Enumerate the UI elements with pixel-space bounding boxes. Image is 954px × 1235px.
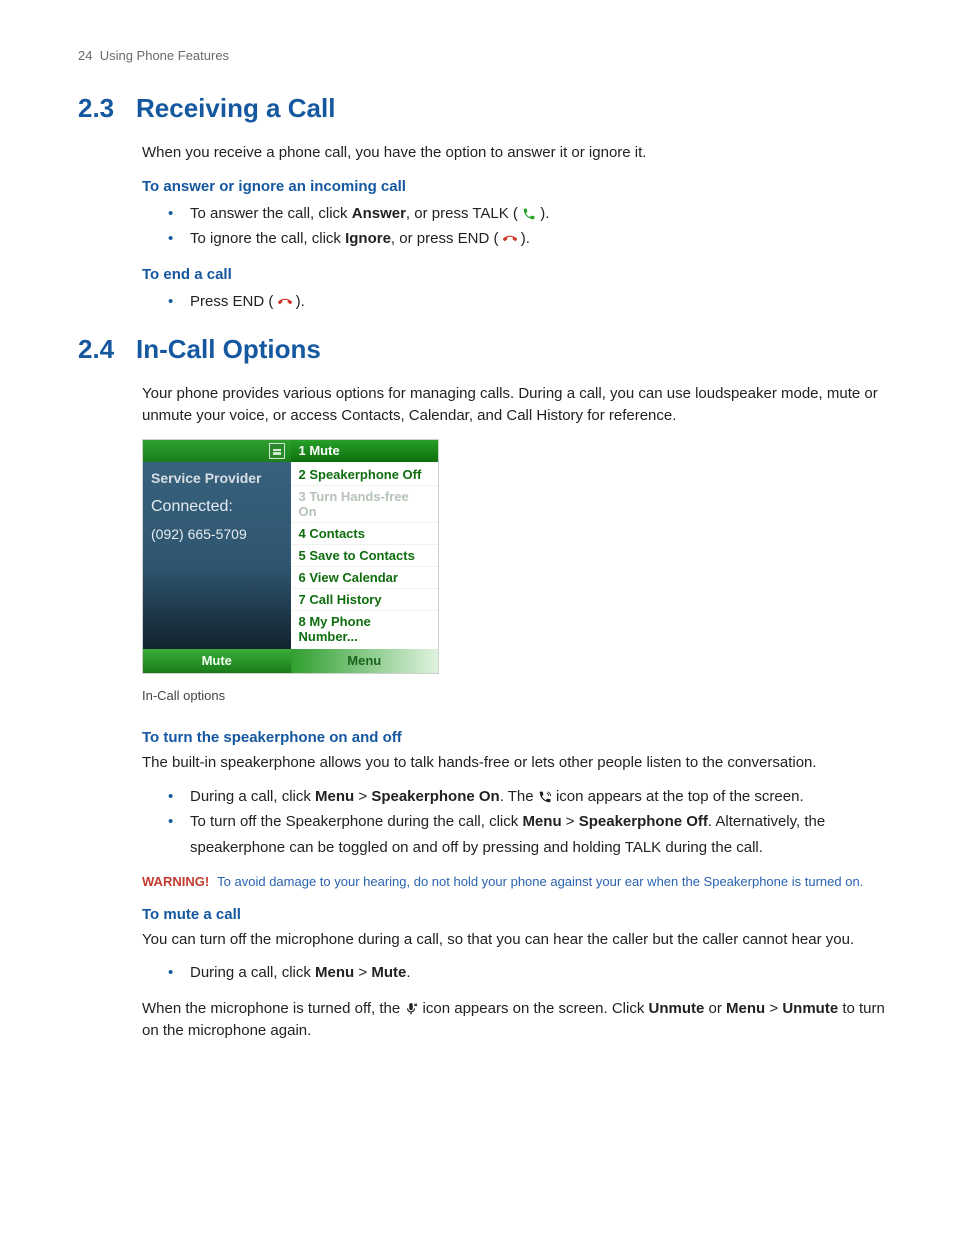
bold-text: Speakerphone Off bbox=[579, 813, 708, 830]
text: > bbox=[354, 788, 371, 805]
subheading: To mute a call bbox=[142, 906, 894, 923]
bold-text: Menu bbox=[522, 813, 561, 830]
menu-panel: 1 Mute 2 Speakerphone Off 3 Turn Hands-f… bbox=[291, 440, 439, 673]
bold-text: Answer bbox=[352, 205, 406, 222]
text: or bbox=[704, 1000, 726, 1017]
section-body: When you receive a phone call, you have … bbox=[142, 142, 894, 314]
list-item: To answer the call, click Answer, or pre… bbox=[182, 201, 894, 227]
paragraph: When the microphone is turned off, the i… bbox=[142, 998, 894, 1042]
section-title: Receiving a Call bbox=[136, 93, 335, 124]
end-icon bbox=[278, 295, 292, 309]
menu-item-selected[interactable]: 1 Mute bbox=[291, 440, 439, 462]
text: icon appears at the top of the screen. bbox=[552, 788, 804, 805]
list-item: To turn off the Speakerphone during the … bbox=[182, 809, 894, 860]
list-item: During a call, click Menu > Mute. bbox=[182, 960, 894, 986]
section-number: 2.4 bbox=[78, 334, 122, 365]
menu-item[interactable]: 4 Contacts bbox=[291, 523, 439, 545]
warning-text: To avoid damage to your hearing, do not … bbox=[217, 872, 863, 892]
bold-text: Speakerphone On bbox=[371, 788, 499, 805]
menu-list: 2 Speakerphone Off 3 Turn Hands-free On … bbox=[291, 462, 439, 649]
bullet-list: Press END ( ). bbox=[182, 289, 894, 315]
text: ). bbox=[517, 230, 530, 247]
text: To turn off the Speakerphone during the … bbox=[190, 813, 522, 830]
menu-item[interactable]: 7 Call History bbox=[291, 589, 439, 611]
text: . The bbox=[500, 788, 538, 805]
intro-text: When you receive a phone call, you have … bbox=[142, 142, 894, 164]
section-heading: 2.4 In-Call Options bbox=[78, 334, 894, 365]
menu-item[interactable]: 2 Speakerphone Off bbox=[291, 464, 439, 486]
menu-item[interactable]: 5 Save to Contacts bbox=[291, 545, 439, 567]
text: > bbox=[765, 1000, 782, 1017]
text: ). bbox=[292, 293, 305, 310]
text: , or press END ( bbox=[391, 230, 503, 247]
bullet-list: During a call, click Menu > Speakerphone… bbox=[182, 784, 894, 861]
subheading: To answer or ignore an incoming call bbox=[142, 178, 894, 195]
signal-icon bbox=[269, 443, 285, 459]
speaker-icon bbox=[538, 790, 552, 804]
list-item: Press END ( ). bbox=[182, 289, 894, 315]
softkey-mute[interactable]: Mute bbox=[143, 649, 291, 673]
text: During a call, click bbox=[190, 788, 315, 805]
bold-text: Menu bbox=[315, 964, 354, 981]
bold-text: Menu bbox=[315, 788, 354, 805]
phone-screenshot: Service Provider Connected: (092) 665-57… bbox=[142, 439, 439, 674]
text: ). bbox=[536, 205, 549, 222]
bold-text: Unmute bbox=[649, 1000, 705, 1017]
bold-text: Ignore bbox=[345, 230, 391, 247]
call-screen: Service Provider Connected: (092) 665-57… bbox=[143, 440, 291, 673]
text: icon appears on the screen. Click bbox=[418, 1000, 648, 1017]
text: When the microphone is turned off, the bbox=[142, 1000, 404, 1017]
call-body: Service Provider Connected: (092) 665-57… bbox=[143, 462, 291, 649]
text: . bbox=[406, 964, 410, 981]
warning-note: WARNING! To avoid damage to your hearing… bbox=[142, 872, 894, 892]
section-heading: 2.3 Receiving a Call bbox=[78, 93, 894, 124]
bullet-list: During a call, click Menu > Mute. bbox=[182, 960, 894, 986]
menu-item[interactable]: 6 View Calendar bbox=[291, 567, 439, 589]
page: 24 Using Phone Features 2.3 Receiving a … bbox=[0, 0, 954, 1235]
text: To ignore the call, click bbox=[190, 230, 345, 247]
list-item: During a call, click Menu > Speakerphone… bbox=[182, 784, 894, 810]
softkey-menu[interactable]: Menu bbox=[291, 649, 439, 673]
chapter-title: Using Phone Features bbox=[100, 48, 229, 63]
service-provider-label: Service Provider bbox=[151, 470, 283, 486]
text: To answer the call, click bbox=[190, 205, 352, 222]
connected-label: Connected: bbox=[151, 498, 283, 516]
running-header: 24 Using Phone Features bbox=[78, 48, 894, 63]
paragraph: You can turn off the microphone during a… bbox=[142, 929, 894, 951]
bold-text: Unmute bbox=[782, 1000, 838, 1017]
bold-text: Mute bbox=[371, 964, 406, 981]
list-item: To ignore the call, click Ignore, or pre… bbox=[182, 226, 894, 252]
text: > bbox=[562, 813, 579, 830]
subheading: To turn the speakerphone on and off bbox=[142, 729, 894, 746]
text: During a call, click bbox=[190, 964, 315, 981]
bullet-list: To answer the call, click Answer, or pre… bbox=[182, 201, 894, 252]
talk-icon bbox=[522, 207, 536, 221]
section-body: Your phone provides various options for … bbox=[142, 383, 894, 1041]
intro-text: Your phone provides various options for … bbox=[142, 383, 894, 427]
warning-label: WARNING! bbox=[142, 872, 209, 892]
mute-icon bbox=[404, 1002, 418, 1016]
end-icon bbox=[503, 232, 517, 246]
text: Press END ( bbox=[190, 293, 278, 310]
subheading: To end a call bbox=[142, 266, 894, 283]
phone-number: (092) 665-5709 bbox=[151, 526, 283, 542]
page-number: 24 bbox=[78, 48, 92, 63]
section-title: In-Call Options bbox=[136, 334, 321, 365]
text: , or press TALK ( bbox=[406, 205, 522, 222]
bold-text: Menu bbox=[726, 1000, 765, 1017]
text: > bbox=[354, 964, 371, 981]
menu-item: 3 Turn Hands-free On bbox=[291, 486, 439, 523]
section-number: 2.3 bbox=[78, 93, 122, 124]
menu-item[interactable]: 8 My Phone Number... bbox=[291, 611, 439, 647]
paragraph: The built-in speakerphone allows you to … bbox=[142, 752, 894, 774]
status-bar bbox=[143, 440, 291, 462]
figure-caption: In-Call options bbox=[142, 688, 894, 703]
